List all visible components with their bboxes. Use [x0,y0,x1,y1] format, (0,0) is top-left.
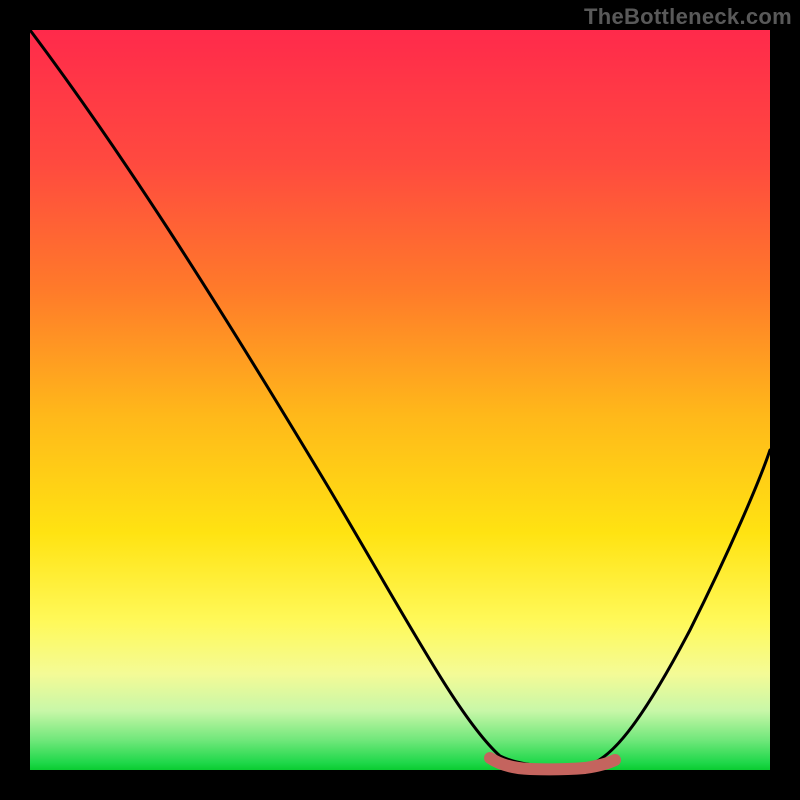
bottleneck-curve [30,30,770,767]
curve-svg [30,30,770,770]
chart-frame: TheBottleneck.com [0,0,800,800]
watermark-text: TheBottleneck.com [584,4,792,30]
plot-area [30,30,770,770]
